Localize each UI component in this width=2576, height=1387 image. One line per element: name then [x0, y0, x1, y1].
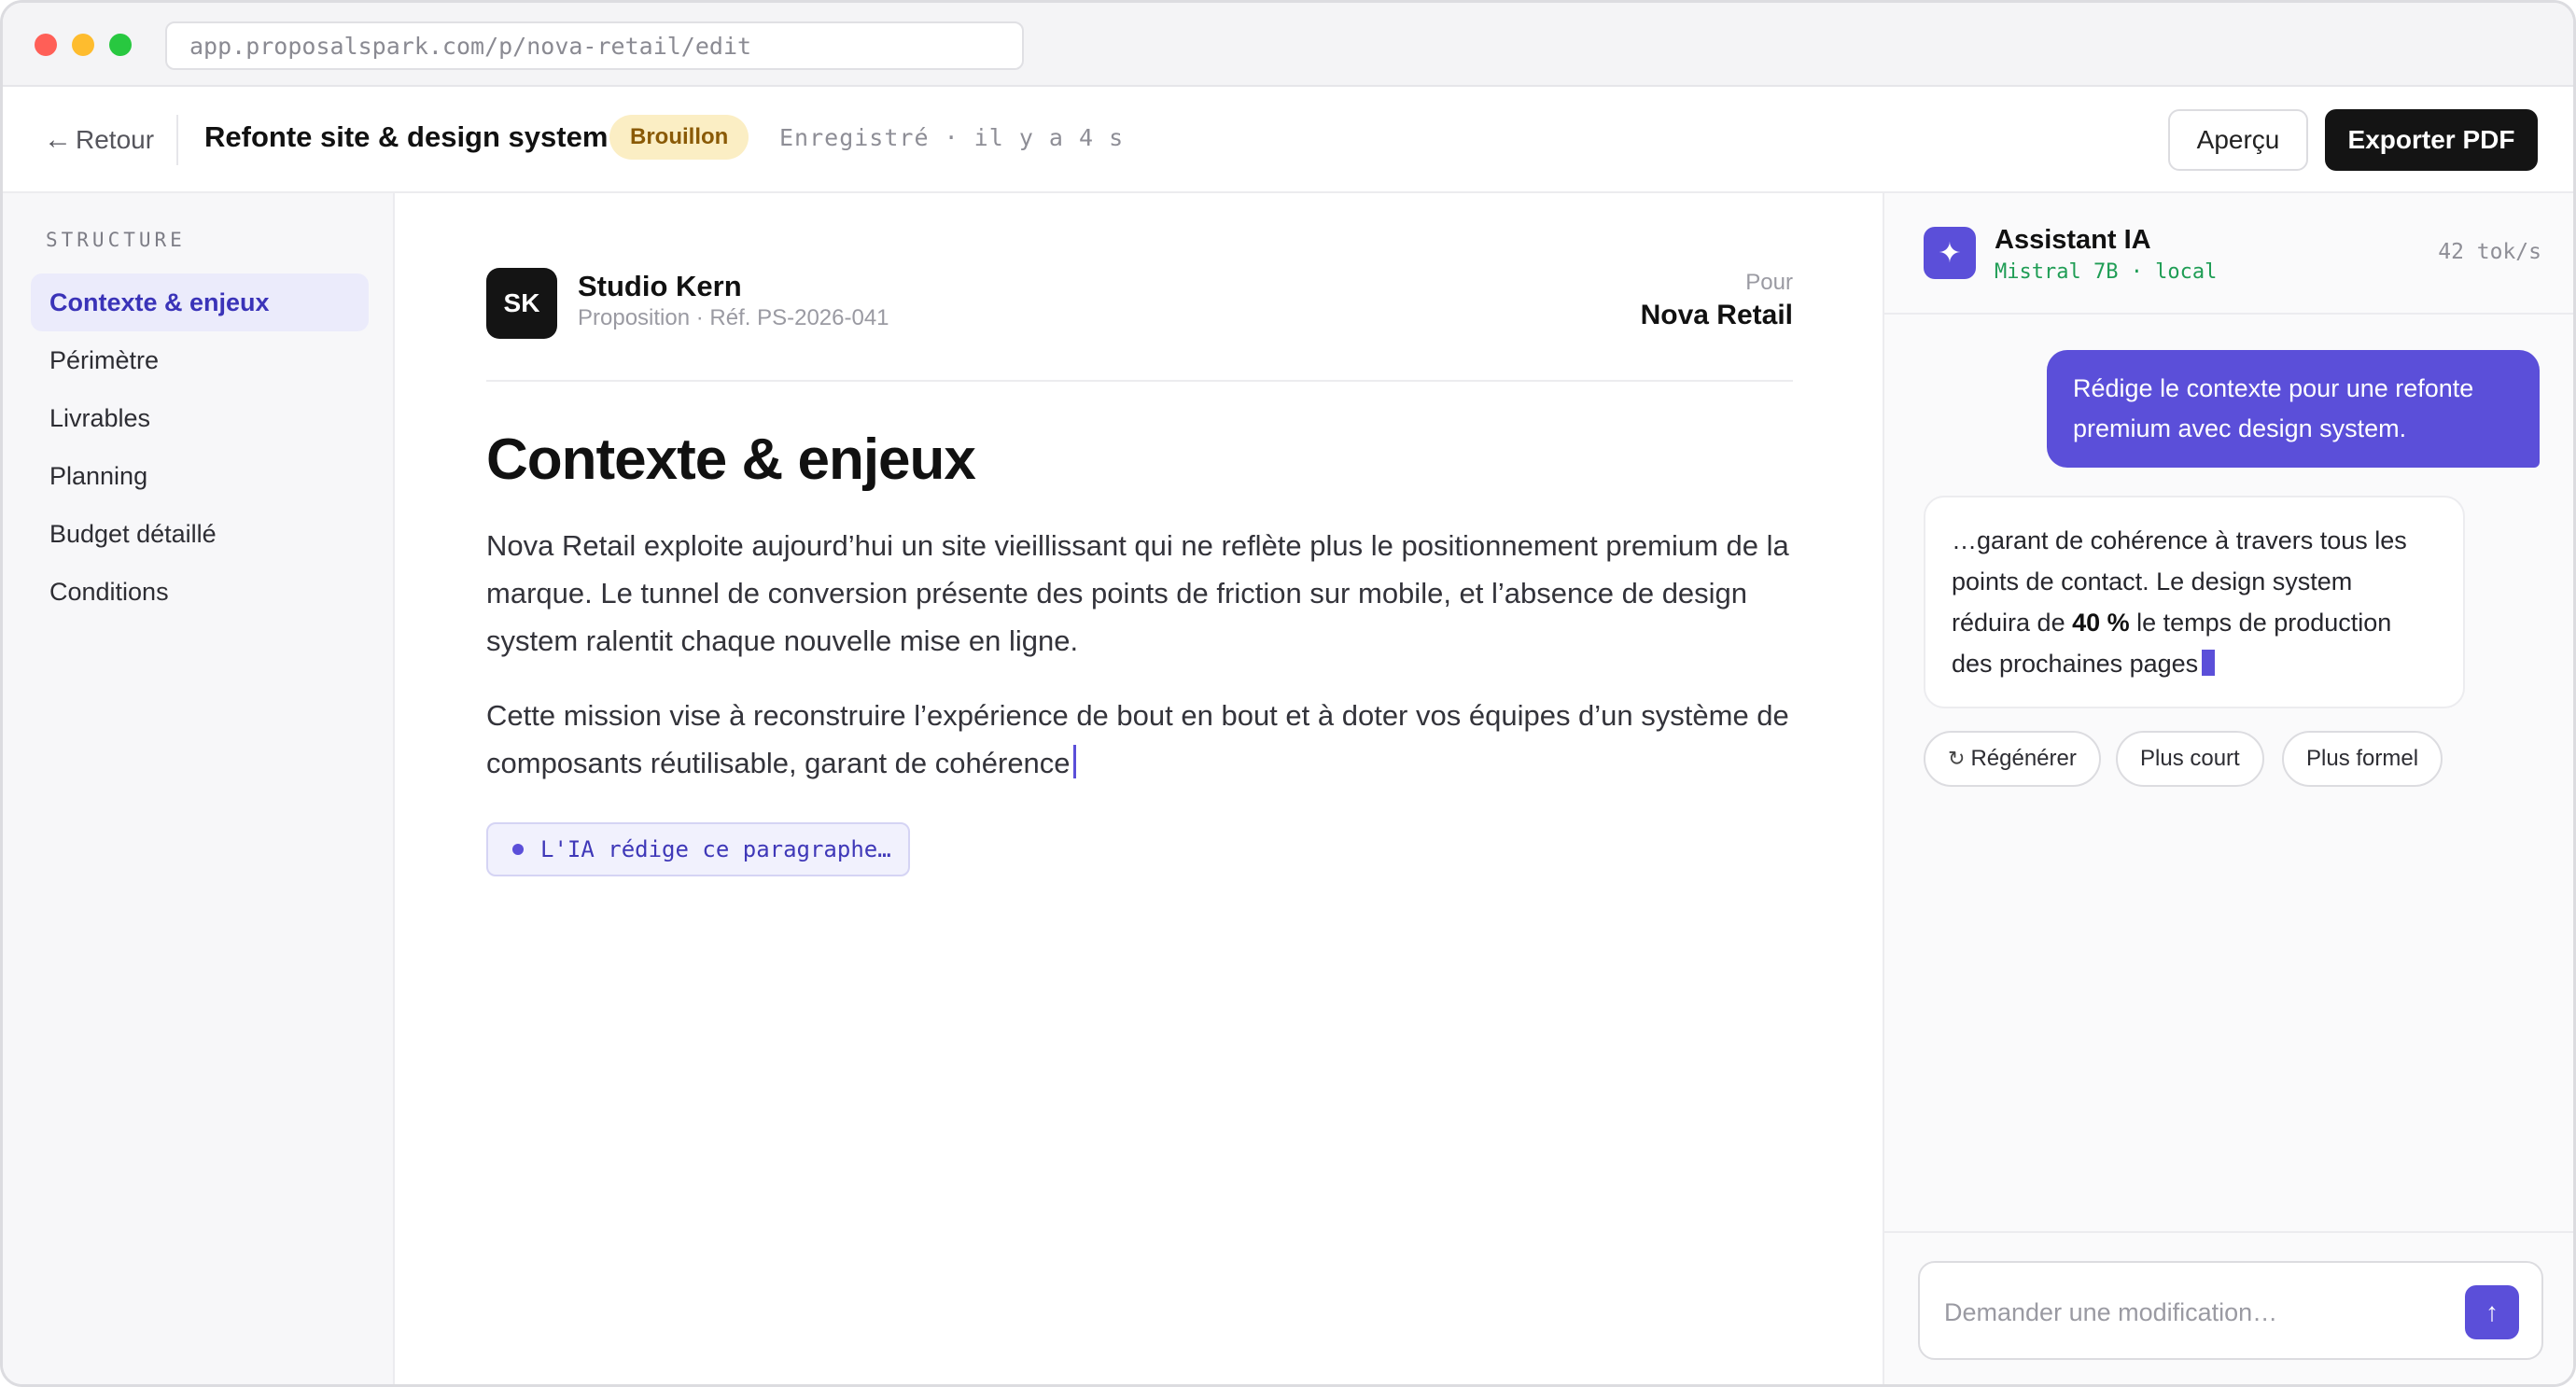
assistant-panel: ✦ Assistant IA Mistral 7B · local 42 tok…: [1883, 193, 2573, 1384]
sidebar-item-label: Planning: [49, 461, 148, 490]
streaming-cursor: [2202, 650, 2216, 676]
ai-writing-status: L'IA rédige ce paragraphe…: [486, 822, 910, 876]
sidebar-item-label: Périmètre: [49, 345, 160, 374]
modification-input[interactable]: [1944, 1291, 2448, 1334]
section-title: Contexte & enjeux: [486, 427, 976, 492]
assistant-header: ✦ Assistant IA Mistral 7B · local 42 tok…: [1884, 193, 2573, 315]
save-status: Enregistré · il y a 4 s: [779, 124, 1125, 151]
refresh-icon: ↻: [1948, 747, 1966, 770]
address-bar-url: app.proposalspark.com/p/nova-retail/edit: [189, 32, 752, 60]
ai-writing-status-text: L'IA rédige ce paragraphe…: [540, 836, 891, 862]
paragraph-2[interactable]: Cette mission vise à reconstruire l’expé…: [486, 692, 1802, 787]
sidebar-item-budget[interactable]: Budget détaillé: [31, 505, 369, 563]
sidebar-item-perimetre[interactable]: Périmètre: [31, 331, 369, 389]
header-divider-line: [486, 380, 1793, 382]
paragraph-1-text: Nova Retail exploite aujourd’hui un site…: [486, 529, 1789, 657]
sidebar-item-livrables[interactable]: Livrables: [31, 389, 369, 447]
back-button[interactable]: ← Retour: [44, 121, 154, 159]
proposal-reference: Proposition · Réf. PS-2026-041: [578, 305, 889, 330]
sidebar-item-label: Livrables: [49, 403, 151, 432]
document-editor: SK Studio Kern Proposition · Réf. PS-202…: [397, 193, 1883, 1384]
shorter-button[interactable]: Plus court: [2116, 731, 2264, 787]
sidebar-item-conditions[interactable]: Conditions: [31, 563, 369, 621]
composer: ↑: [1918, 1261, 2543, 1360]
composer-area: ↑: [1884, 1231, 2573, 1384]
regenerate-button[interactable]: ↻ Régénérer: [1924, 731, 2101, 787]
more-formal-button[interactable]: Plus formel: [2282, 731, 2443, 787]
header-divider: [176, 115, 178, 165]
ai-message-highlight: 40 %: [2072, 609, 2130, 637]
app-header: ← Retour Refonte site & design system Br…: [3, 87, 2573, 193]
document-title: Refonte site & design system: [204, 120, 609, 153]
ai-message: …garant de cohérence à travers tous les …: [1924, 496, 2465, 708]
sidebar-heading: STRUCTURE: [46, 229, 186, 251]
arrow-up-icon: ↑: [2485, 1297, 2499, 1326]
browser-chrome: app.proposalspark.com/p/nova-retail/edit: [3, 3, 2573, 87]
sidebar-item-contexte[interactable]: Contexte & enjeux: [31, 273, 369, 331]
regenerate-label: Régénérer: [1970, 746, 2077, 771]
address-bar[interactable]: app.proposalspark.com/p/nova-retail/edit: [165, 21, 1024, 70]
export-pdf-button[interactable]: Exporter PDF: [2325, 109, 2538, 171]
paragraph-1[interactable]: Nova Retail exploite aujourd’hui un site…: [486, 522, 1802, 665]
token-rate: 42 tok/s: [2438, 240, 2541, 264]
status-badge: Brouillon: [609, 115, 749, 160]
app-window: app.proposalspark.com/p/nova-retail/edit…: [0, 0, 2576, 1387]
structure-sidebar: STRUCTURE Contexte & enjeux Périmètre Li…: [3, 193, 395, 1384]
sidebar-item-label: Conditions: [49, 577, 169, 606]
sidebar-item-planning[interactable]: Planning: [31, 447, 369, 505]
back-label: Retour: [76, 125, 155, 154]
paragraph-2-text: Cette mission vise à reconstruire l’expé…: [486, 699, 1789, 779]
sparkle-icon: ✦: [1924, 227, 1976, 279]
company-name: Studio Kern: [578, 270, 742, 302]
window-maximize-button[interactable]: [109, 34, 132, 56]
window-close-button[interactable]: [35, 34, 57, 56]
sidebar-item-label: Contexte & enjeux: [49, 287, 270, 316]
user-message: Rédige le contexte pour une refonte prem…: [2047, 350, 2540, 468]
preview-button[interactable]: Aperçu: [2168, 109, 2308, 171]
client-name: Nova Retail: [1640, 300, 1793, 330]
company-logo: SK: [486, 268, 557, 339]
window-minimize-button[interactable]: [72, 34, 94, 56]
pulse-dot-icon: [512, 844, 524, 855]
text-cursor: [1072, 745, 1076, 778]
client-label: Pour: [1745, 270, 1793, 295]
assistant-model: Mistral 7B · local: [1995, 260, 2218, 284]
send-button[interactable]: ↑: [2465, 1285, 2519, 1339]
arrow-left-icon: ←: [44, 124, 72, 155]
sidebar-item-label: Budget détaillé: [49, 519, 217, 548]
assistant-title: Assistant IA: [1995, 225, 2151, 255]
